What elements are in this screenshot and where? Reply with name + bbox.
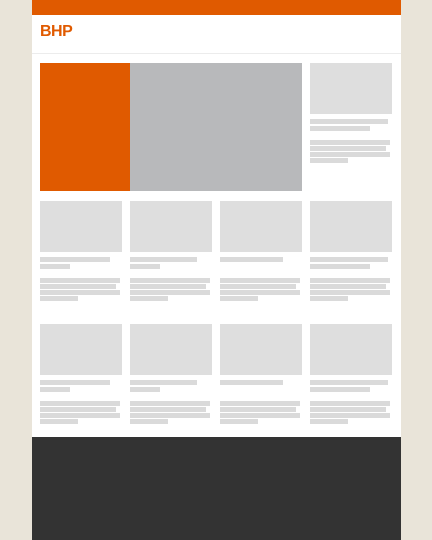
card-title-line [310, 387, 370, 392]
card-text-line [220, 296, 258, 301]
card-text-line [310, 296, 348, 301]
card-text-line [40, 290, 120, 295]
hero-accent-panel [40, 63, 130, 191]
card-text-line [310, 140, 390, 145]
card-text-line [310, 407, 386, 412]
card-text-line [130, 290, 210, 295]
card-thumbnail [220, 324, 302, 375]
card-title-line [130, 387, 160, 392]
card-title-line [220, 257, 283, 262]
card-thumbnail [40, 324, 122, 375]
card-text-line [220, 278, 300, 283]
card-title-line [130, 380, 197, 385]
card-text-line [130, 407, 206, 412]
card-text-line [310, 419, 348, 424]
hero-banner[interactable] [40, 63, 302, 191]
card-title-line [40, 257, 110, 262]
card-title-line [310, 380, 388, 385]
card-title-line [40, 264, 70, 269]
card-title-line [310, 126, 370, 131]
card-text-line [310, 290, 390, 295]
card-text-line [310, 413, 390, 418]
card-title-line [130, 257, 197, 262]
card-text-line [310, 152, 390, 157]
page: BHP [32, 0, 401, 540]
card-text-line [220, 407, 296, 412]
card-text-line [310, 158, 348, 163]
card-text-line [220, 419, 258, 424]
card-text-line [310, 146, 386, 151]
card-title-line [310, 264, 370, 269]
card-thumbnail [310, 324, 392, 375]
card-text-line [40, 296, 78, 301]
card-text-line [130, 278, 210, 283]
card-text-line [40, 413, 120, 418]
card-text-line [130, 413, 210, 418]
card-thumbnail [130, 201, 212, 252]
card-text-line [40, 278, 120, 283]
card-title-line [40, 387, 70, 392]
card-thumbnail [40, 201, 122, 252]
card-title-line [40, 380, 110, 385]
card-text-line [220, 290, 300, 295]
brand-logo[interactable]: BHP [40, 23, 73, 41]
card-text-line [40, 401, 120, 406]
card-text-line [40, 419, 78, 424]
card-thumbnail [310, 63, 392, 114]
card-text-line [310, 401, 390, 406]
card-title-line [310, 257, 388, 262]
site-header: BHP [32, 15, 401, 54]
card-title-line [310, 119, 388, 124]
hero-image [130, 63, 302, 191]
card-text-line [310, 278, 390, 283]
card-text-line [130, 401, 210, 406]
top-accent-bar [32, 0, 401, 15]
card-text-line [220, 413, 300, 418]
card-title-line [220, 380, 283, 385]
card-text-line [130, 296, 168, 301]
card-text-line [40, 407, 116, 412]
card-text-line [130, 419, 168, 424]
card-text-line [310, 284, 386, 289]
card-text-line [220, 401, 300, 406]
card-thumbnail [310, 201, 392, 252]
card-title-line [130, 264, 160, 269]
card-text-line [220, 284, 296, 289]
card-text-line [130, 284, 206, 289]
card-thumbnail [220, 201, 302, 252]
card-text-line [40, 284, 116, 289]
card-thumbnail [130, 324, 212, 375]
site-footer [32, 437, 401, 540]
